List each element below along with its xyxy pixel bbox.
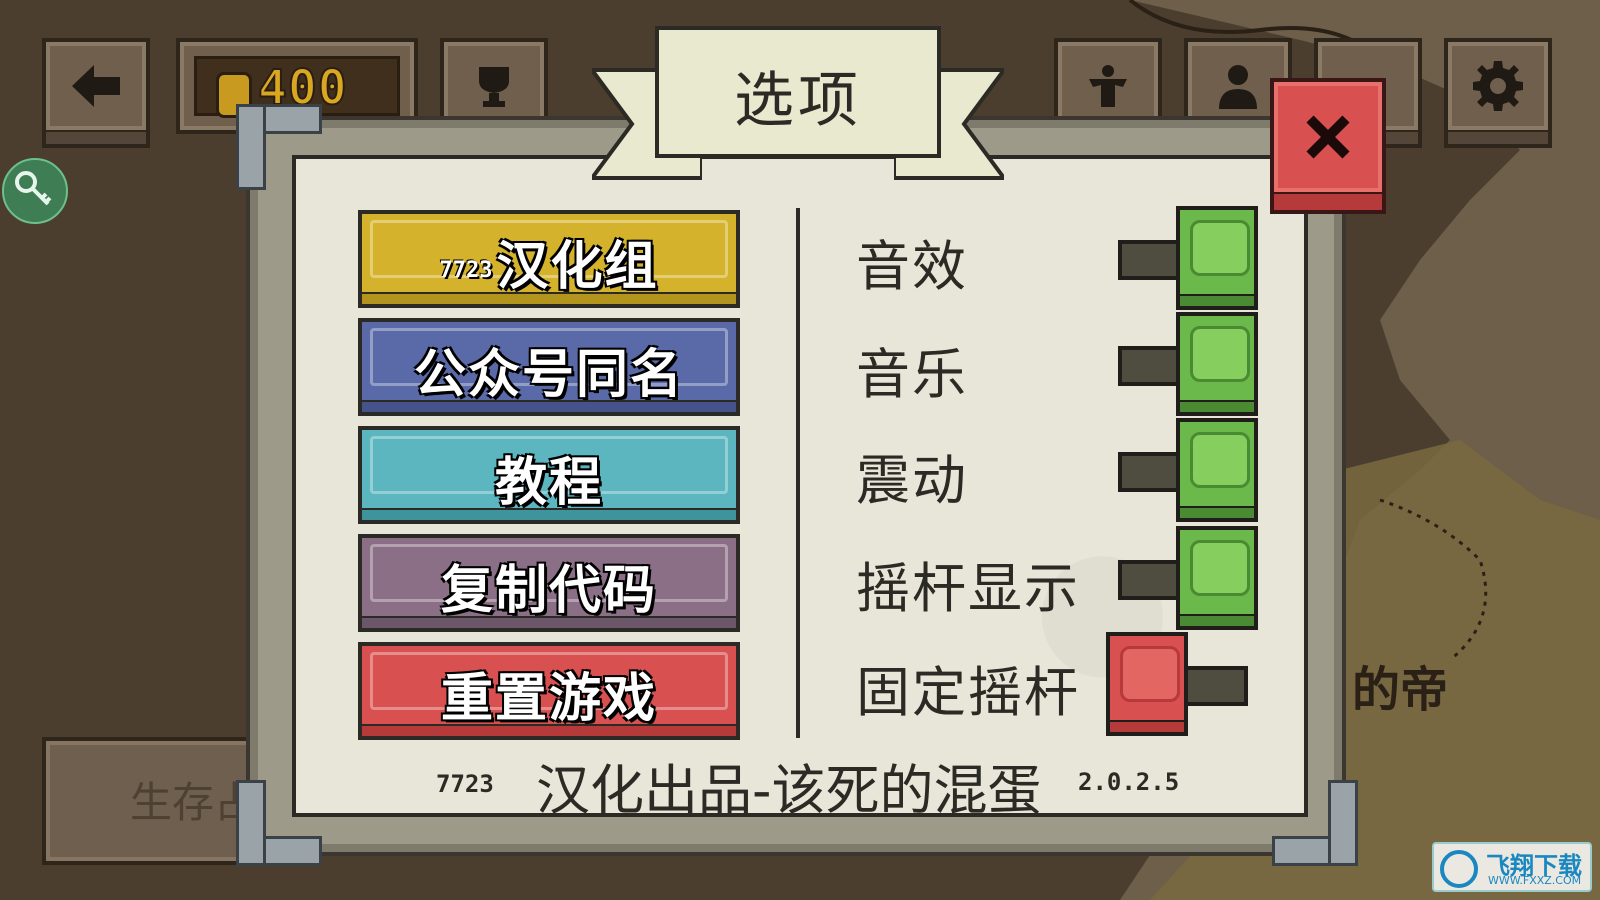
toggle-knob [1176,418,1258,522]
options-divider [796,208,800,738]
dialog-title: 选项 [734,66,862,136]
version-label: 2.0.2.5 [1078,768,1180,796]
joystick-display-toggle[interactable] [1118,526,1258,630]
music-toggle[interactable] [1118,312,1258,416]
watermark-url: WWW.FXXZ.COM [1488,874,1582,887]
toggle-track [1118,346,1182,386]
footer-credit: 汉化出品-该死的混蛋 [536,759,1042,822]
toggle-track [1118,240,1182,280]
button-base [358,510,740,524]
toggle-knob [1176,206,1258,310]
button-base [358,402,740,416]
button-base [358,618,740,632]
tutorial-label: 教程 [494,453,603,513]
gear-icon [1473,61,1523,111]
toggle-knob [1106,632,1188,736]
button-base [358,294,740,308]
close-button[interactable] [1270,78,1386,214]
footer-7723: 7723 [436,770,494,798]
survival-mode-button[interactable]: 生存占 [42,737,262,865]
localization-group-label: 7723汉化组 [362,224,736,299]
copy-code-button[interactable]: 复制代码 [358,534,740,632]
person-icon [1219,65,1257,109]
tutorial-button[interactable]: 教程 [358,426,740,524]
sound-effects-label: 音效 [856,235,968,298]
frame-corner-bottom-left [236,780,322,866]
official-account-button[interactable]: 公众号同名 [358,318,740,416]
close-icon [1306,115,1350,159]
fixed-joystick-label: 固定摇杆 [856,661,1080,724]
reset-game-label: 重置游戏 [440,669,657,729]
localization-group-button[interactable]: 7723汉化组 [358,210,740,308]
vibration-label: 震动 [856,449,968,512]
settings-button[interactable] [1444,38,1552,148]
button-base [1270,194,1386,214]
button-base [42,132,150,148]
watermark: 飞翔下载 WWW.FXXZ.COM [1432,842,1592,892]
fixed-joystick-toggle[interactable] [1106,632,1248,736]
localization-group-text: 汉化组 [496,237,659,297]
sound-effects-toggle[interactable] [1118,206,1258,310]
frame-corner-bottom-right [1272,780,1358,866]
back-button[interactable] [42,38,150,148]
toggle-track [1184,666,1248,706]
joystick-display-label: 摇杆显示 [856,557,1080,620]
reset-game-button[interactable]: 重置游戏 [358,642,740,740]
7723-badge: 7723 [439,257,493,283]
frame-corner-top-left [236,104,322,190]
button-base [358,726,740,740]
toggle-track [1118,452,1182,492]
strongman-icon [1089,65,1127,107]
arrow-left-icon [72,65,120,107]
toggle-track [1118,560,1182,600]
copy-code-label: 复制代码 [440,561,657,621]
button-base [1444,132,1552,148]
key-icon [15,171,52,206]
title-scroll: 选项 [655,26,941,158]
vibration-toggle[interactable] [1118,418,1258,522]
toggle-knob [1176,312,1258,416]
trophy-icon [479,67,509,107]
official-account-label: 公众号同名 [413,345,684,405]
music-label: 音乐 [856,343,968,406]
toggle-knob [1176,526,1258,630]
key-button[interactable] [2,158,68,224]
map-region-label: 的帝 [1352,662,1449,718]
watermark-logo-icon [1440,850,1478,888]
